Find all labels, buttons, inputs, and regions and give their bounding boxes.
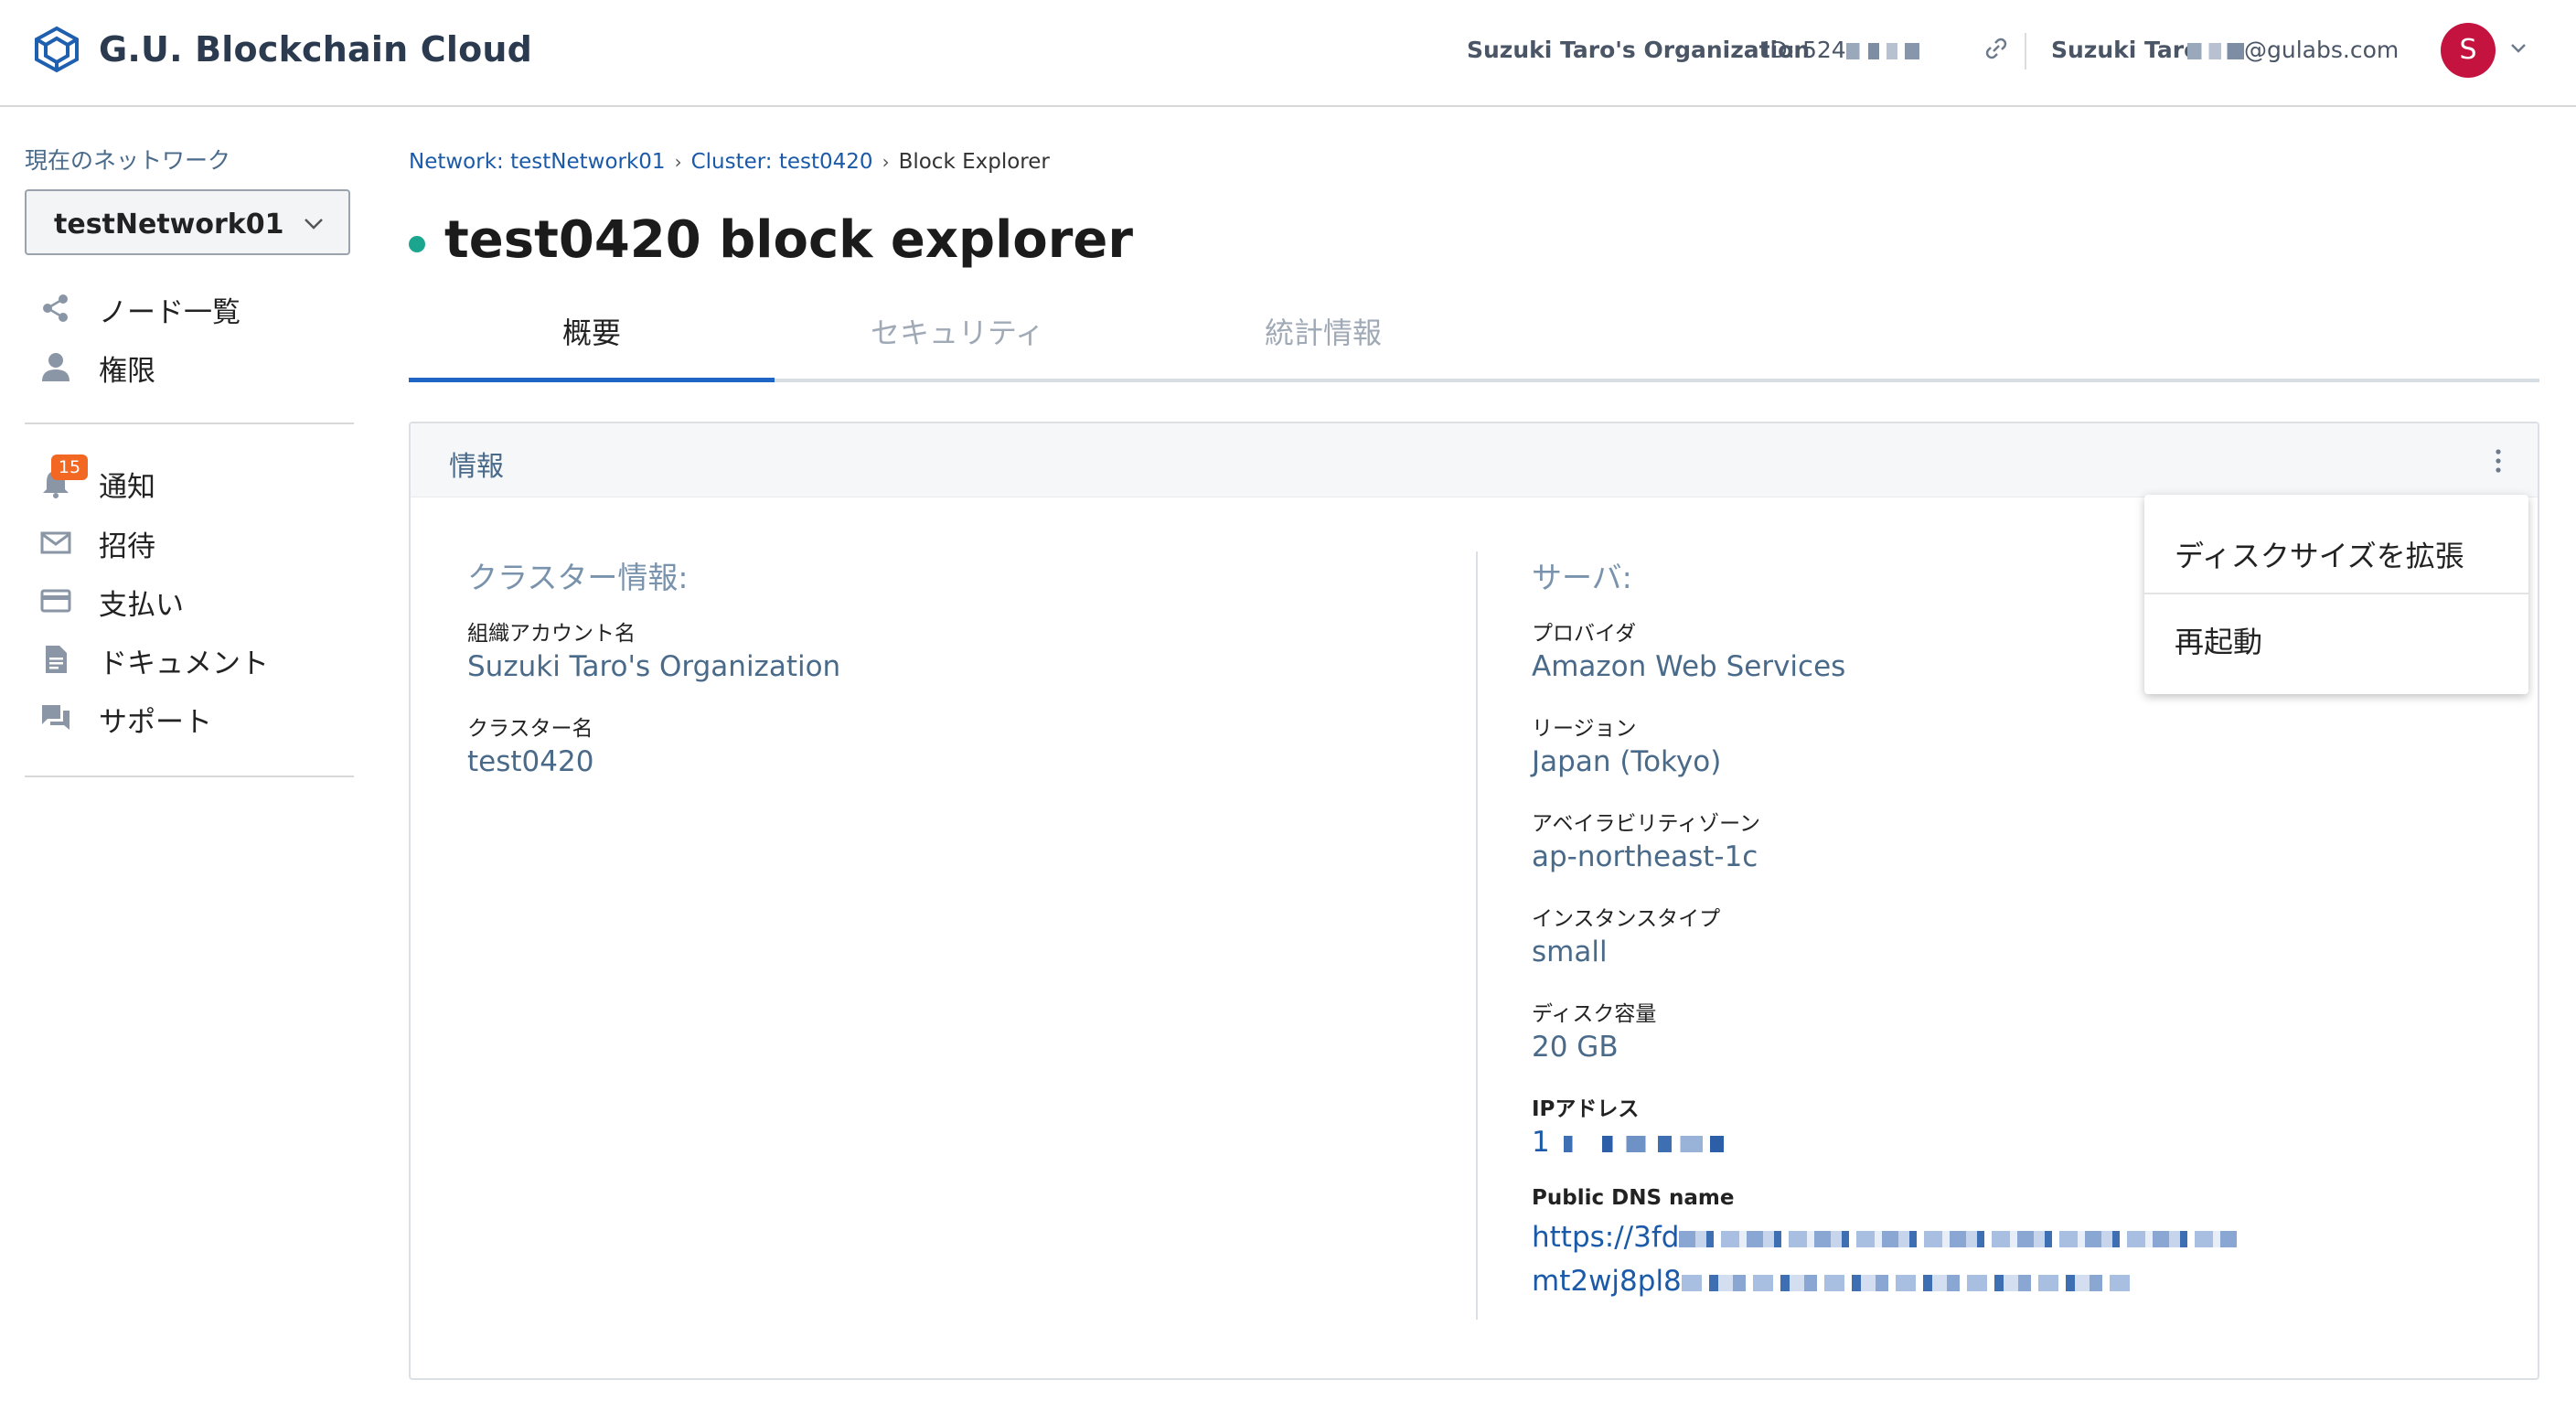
avatar[interactable]: S (2441, 23, 2496, 78)
user-name: Suzuki Taro (2051, 37, 2200, 63)
credit-card-icon (40, 589, 71, 613)
cluster-name-label: クラスター名 (467, 717, 593, 741)
breadcrumb: Network: testNetwork01 › Cluster: test0420… (409, 150, 1050, 174)
sidebar-item-label: ドキュメント (99, 647, 269, 680)
document-icon (46, 646, 67, 673)
tab-statistics[interactable]: 統計情報 (1140, 311, 1506, 379)
sidebar-item-documents[interactable]: ドキュメント (40, 638, 351, 680)
organization-id: ID: 524 (1763, 37, 1919, 63)
cluster-name-value: test0420 (467, 745, 594, 778)
server-info-title: サーバ: (1532, 560, 1632, 595)
sidebar-item-label: 権限 (99, 355, 155, 388)
organization-name: Suzuki Taro's Organization (1467, 37, 1811, 63)
sidebar-item-label: 通知 (99, 471, 155, 504)
chevron-right-icon: › (674, 151, 682, 173)
more-options-icon[interactable] (2494, 447, 2503, 475)
network-label: 現在のネットワーク (25, 147, 231, 174)
sidebar-item-label: 支払い (99, 589, 184, 622)
network-select[interactable]: testNetwork01 (25, 189, 350, 255)
network-select-value: testNetwork01 (54, 209, 284, 241)
disk-size-label: ディスク容量 (1532, 1002, 1657, 1026)
provider-label: プロバイダ (1532, 622, 1637, 646)
sidebar-item-invitations[interactable]: 招待 (40, 521, 351, 563)
share-icon (43, 294, 68, 322)
instance-type-label: インスタンスタイプ (1532, 907, 1721, 931)
public-dns-value-line1[interactable]: https://3fd (1532, 1221, 2238, 1254)
sidebar-divider (25, 776, 354, 777)
sidebar-item-label: サポート (99, 706, 212, 739)
breadcrumb-network[interactable]: Network: testNetwork01 (409, 150, 666, 174)
status-indicator (409, 236, 425, 252)
ip-address-label: IPアドレス (1532, 1097, 1640, 1121)
provider-value: Amazon Web Services (1532, 650, 1846, 683)
public-dns-value-line2[interactable]: mt2wj8pl8 (1532, 1265, 2130, 1298)
tab-security[interactable]: セキュリティ (775, 311, 1140, 379)
chat-icon (42, 705, 69, 730)
header-divider (2025, 33, 2026, 70)
active-tab-indicator (409, 378, 775, 382)
ip-address-value[interactable]: 1 (1532, 1126, 1724, 1159)
sidebar-item-label: ノード一覧 (99, 296, 240, 329)
sidebar-item-nodes[interactable]: ノード一覧 (40, 287, 351, 329)
brand-name[interactable]: G.U. Blockchain Cloud (99, 29, 532, 70)
sidebar-item-payments[interactable]: 支払い (40, 580, 351, 622)
sidebar-item-label: 招待 (99, 530, 155, 563)
region-label: リージョン (1532, 717, 1637, 741)
card-options-menu: ディスクサイズを拡張 再起動 (2144, 495, 2528, 694)
sidebar-divider (25, 423, 354, 424)
mail-icon (40, 531, 71, 554)
column-divider (1476, 551, 1478, 1320)
user-email: @gulabs.com (2187, 37, 2399, 63)
breadcrumb-current: Block Explorer (898, 150, 1050, 174)
top-header: G.U. Blockchain Cloud Suzuki Taro's Orga… (0, 0, 2576, 107)
tab-bar: 概要 セキュリティ 統計情報 (409, 311, 2539, 382)
sidebar-item-support[interactable]: サポート (40, 697, 351, 739)
tab-overview[interactable]: 概要 (409, 311, 775, 382)
menu-item-expand-disk[interactable]: ディスクサイズを拡張 (2144, 506, 2528, 594)
chevron-right-icon: › (882, 151, 890, 173)
chevron-down-icon (305, 219, 323, 230)
sidebar-item-permissions[interactable]: 権限 (40, 346, 351, 388)
copy-link-icon[interactable] (1983, 35, 2010, 62)
region-value: Japan (Tokyo) (1532, 745, 1722, 778)
card-header: 情報 (411, 423, 2538, 497)
breadcrumb-cluster[interactable]: Cluster: test0420 (691, 150, 873, 174)
public-dns-label: Public DNS name (1532, 1186, 1735, 1210)
org-account-value: Suzuki Taro's Organization (467, 650, 841, 683)
instance-type-value: small (1532, 936, 1608, 968)
sidebar-item-notifications[interactable]: 15 通知 (40, 455, 351, 504)
notification-count-badge: 15 (51, 455, 88, 480)
availability-zone-label: アベイラビリティゾーン (1532, 812, 1761, 836)
chevron-down-icon[interactable] (2509, 42, 2528, 55)
menu-item-restart[interactable]: 再起動 (2144, 592, 2528, 679)
disk-size-value: 20 GB (1532, 1031, 1619, 1064)
org-account-label: 組織アカウント名 (467, 622, 636, 646)
card-title: 情報 (449, 451, 504, 483)
person-icon (42, 353, 69, 381)
availability-zone-value: ap-northeast-1c (1532, 840, 1758, 873)
logo-icon[interactable] (31, 26, 82, 73)
cluster-info-title: クラスター情報: (467, 560, 689, 595)
page-title: test0420 block explorer (444, 210, 1133, 270)
